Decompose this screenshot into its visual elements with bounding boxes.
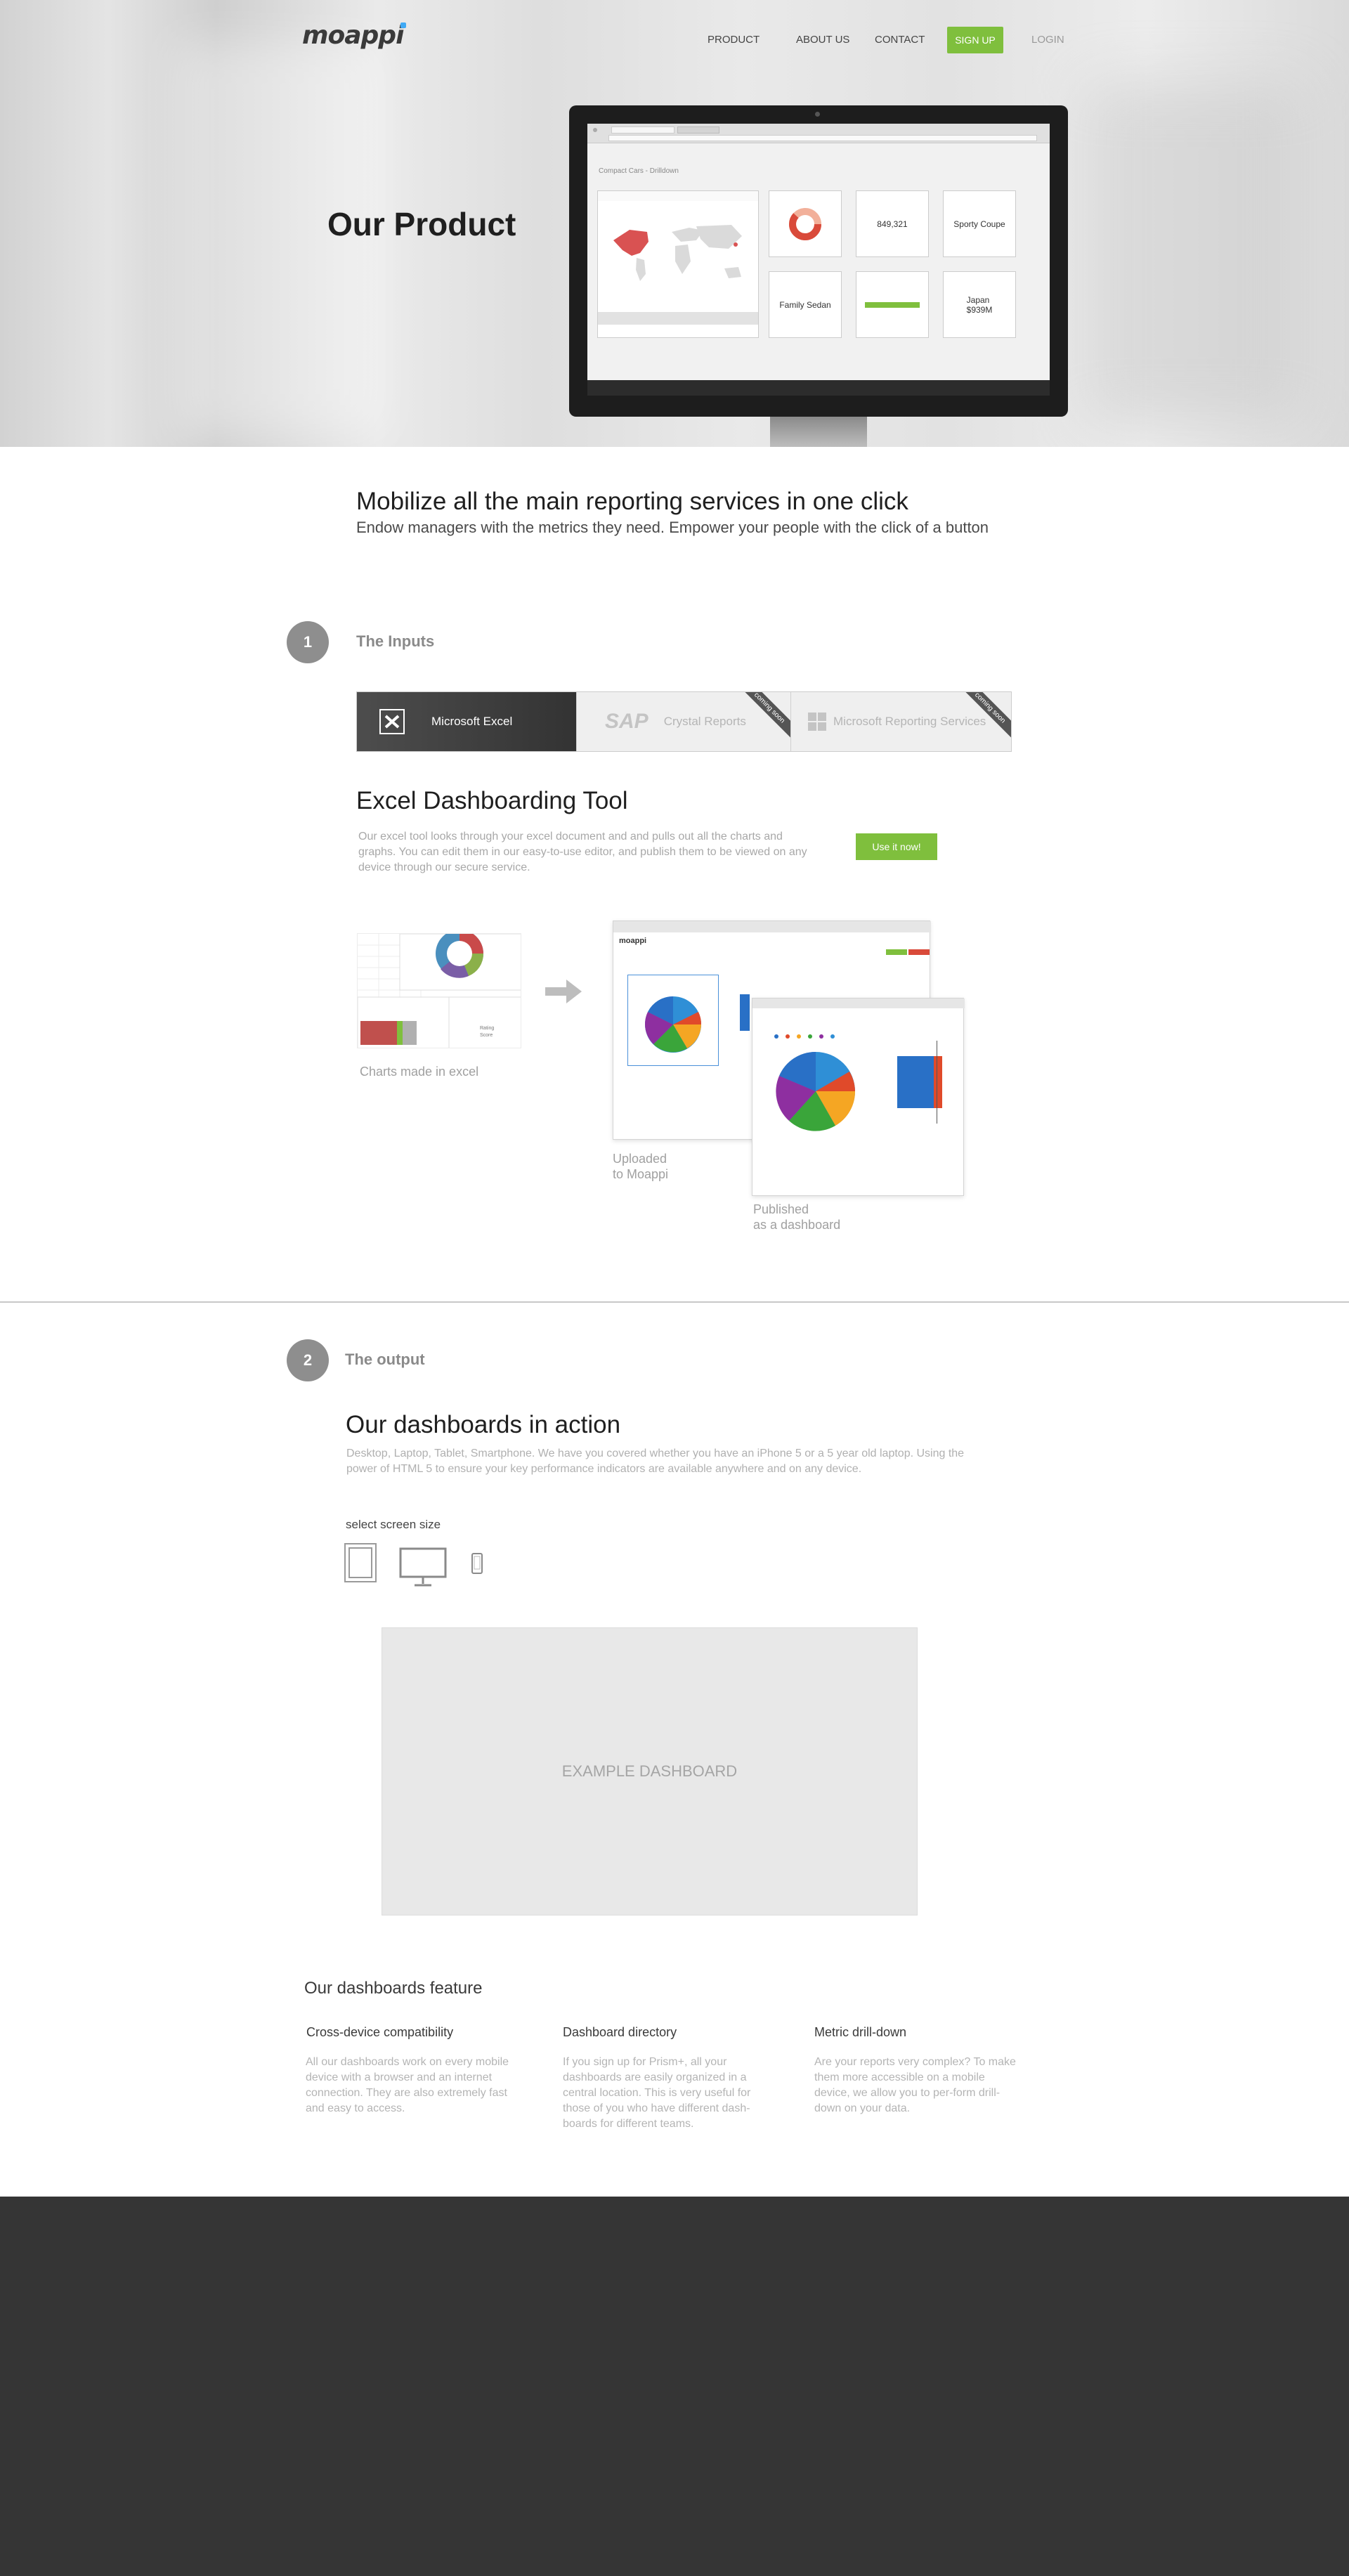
bar-mark [740, 994, 750, 1031]
camera-dot [815, 112, 820, 117]
progress-card [856, 271, 929, 338]
bar-mark [934, 1056, 942, 1108]
monitor-mockup: Compact Cars - Drilldown 849,321 Sporty … [569, 105, 1068, 417]
excel-icon [379, 709, 405, 734]
tab-label: Crystal Reports [663, 715, 746, 728]
monitor-stand [770, 417, 867, 447]
example-dashboard-placeholder: EXAMPLE DASHBOARD [382, 1627, 918, 1915]
desktop-size-button[interactable] [399, 1547, 447, 1592]
output-title: Our dashboards in action [346, 1411, 621, 1438]
feature-title: Metric drill-down [814, 2025, 907, 2039]
donut-chart-icon [789, 207, 821, 240]
input-source-tabs: Microsoft Excel SAP Crystal Reports comi… [356, 691, 1012, 752]
screen-dashboard-title: Compact Cars - Drilldown [599, 167, 679, 175]
tab-crystal-reports[interactable]: SAP Crystal Reports coming soon [576, 692, 790, 751]
nav-contact[interactable]: CONTACT [875, 34, 925, 46]
nav-login[interactable]: LOGIN [1031, 34, 1064, 46]
tab-label: Microsoft Reporting Services [833, 715, 986, 728]
published-screenshot [752, 998, 965, 1196]
excel-grid-illustration: Rating Score [358, 934, 521, 1048]
mini-button [908, 949, 930, 955]
feature-text: All our dashboards work on every mobile … [306, 2056, 509, 2114]
svg-text:Score: Score [480, 1033, 493, 1038]
pie-chart-small [645, 996, 702, 1053]
screen-card-value: Sporty Coupe [943, 190, 1016, 257]
tool-description: Our excel tool looks through your excel … [358, 831, 807, 873]
world-map-icon [598, 191, 758, 325]
tab-microsoft-reporting-services[interactable]: Microsoft Reporting Services coming soon [790, 692, 1011, 751]
screen-card-value: 849,321 [856, 190, 929, 257]
hero-section: moappi PRODUCT ABOUT US CONTACT SIGN UP … [0, 0, 1349, 447]
logo-dot-icon [400, 22, 407, 28]
caption-published-line2: as a dashboard [753, 1218, 841, 1232]
arrow-right-icon [545, 980, 582, 1003]
select-screen-size-label: select screen size [346, 1518, 441, 1531]
caption-published-line1: Published [753, 1202, 809, 1216]
use-it-now-button[interactable]: Use it now! [856, 833, 937, 860]
browser-chrome [587, 124, 1050, 143]
browser-chrome [752, 998, 965, 1008]
smartphone-icon [471, 1553, 483, 1574]
step-label: The output [345, 1351, 425, 1368]
browser-tab [611, 126, 674, 134]
logo-text: moappi [302, 21, 404, 50]
intro-headline: Mobilize all the main reporting services… [356, 488, 908, 515]
tool-title: Excel Dashboarding Tool [356, 787, 628, 814]
svg-text:Rating: Rating [480, 1026, 494, 1031]
footer [0, 2197, 1349, 2576]
donut-card [769, 190, 842, 257]
monitor-screen: Compact Cars - Drilldown 849,321 Sporty … [587, 124, 1050, 396]
desktop-monitor-icon [399, 1547, 447, 1587]
step-label: The Inputs [356, 632, 435, 650]
tab-microsoft-excel[interactable]: Microsoft Excel [357, 692, 576, 751]
pie-chart-large [774, 1034, 856, 1131]
progress-bar [865, 301, 920, 308]
phone-size-button[interactable] [471, 1553, 483, 1578]
tablet-size-button[interactable] [344, 1543, 377, 1582]
browser-dot-icon [593, 128, 597, 132]
mini-logo: moappi [619, 937, 647, 945]
mini-button [886, 949, 907, 955]
caption-excel: Charts made in excel [360, 1065, 479, 1079]
screen-card-value: Japan $939M [943, 271, 1016, 338]
selected-chart-box [627, 975, 719, 1066]
tablet-icon [348, 1547, 372, 1578]
feature-title: Dashboard directory [563, 2025, 677, 2039]
step-number-badge: 1 [287, 621, 329, 663]
address-bar [608, 135, 1037, 141]
background-blur [1089, 84, 1300, 422]
output-description: Desktop, Laptop, Tablet, Smartphone. We … [346, 1448, 965, 1475]
intro-subline: Endow managers with the metrics they nee… [356, 519, 989, 536]
screen-footer [587, 380, 1050, 396]
step-number-badge: 2 [287, 1339, 329, 1381]
logo[interactable]: moappi [302, 21, 409, 50]
browser-tab [677, 126, 719, 134]
feature-text: Are your reports very complex? To make t… [814, 2056, 1016, 2114]
nav-about-us[interactable]: ABOUT US [796, 34, 849, 46]
sap-logo-icon: SAP [605, 710, 649, 733]
excel-charts-image: Rating Score [357, 933, 521, 1048]
windows-logo-icon [808, 713, 826, 731]
world-map-card [597, 190, 759, 338]
nav-product[interactable]: PRODUCT [708, 34, 760, 46]
page-title: Our Product [327, 206, 516, 242]
section-divider [0, 1301, 1349, 1303]
excel-x-icon [384, 715, 400, 729]
browser-chrome [613, 921, 931, 932]
tab-label: Microsoft Excel [431, 715, 513, 728]
caption-uploaded-line1: Uploaded [613, 1152, 667, 1166]
caption-uploaded-line2: to Moappi [613, 1167, 669, 1181]
feature-text: If you sign up for Prism+, all your dash… [563, 2056, 751, 2130]
feature-title: Cross-device compatibility [306, 2025, 454, 2039]
screen-card-value: Family Sedan [769, 271, 842, 338]
features-title: Our dashboards feature [304, 1979, 483, 1998]
signup-button[interactable]: SIGN UP [947, 27, 1003, 53]
